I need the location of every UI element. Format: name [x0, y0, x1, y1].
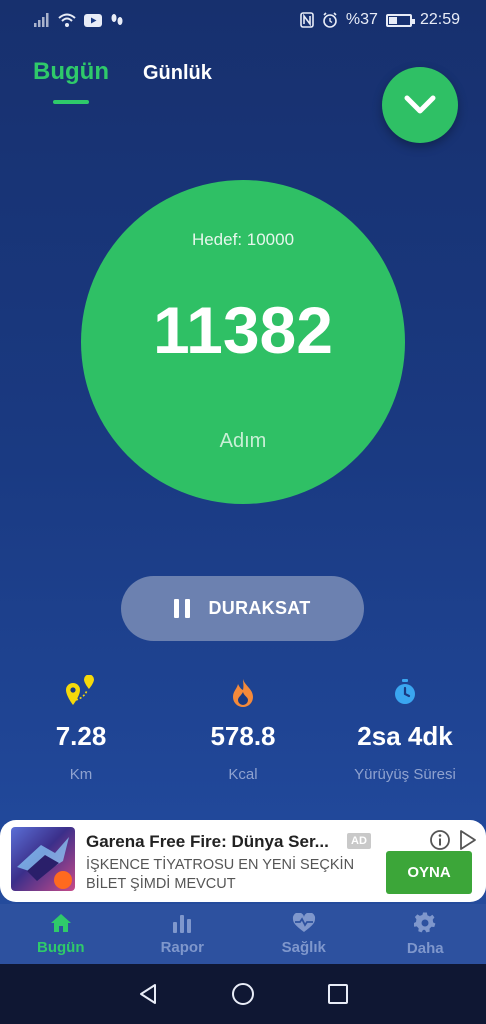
clock: 22:59 — [419, 11, 460, 28]
bottom-navigation: Bugün Rapor Sağlık Daha — [0, 904, 486, 964]
ad-play-button[interactable]: OYNA — [386, 851, 472, 894]
chevron-down-icon — [404, 95, 436, 114]
stopwatch-icon — [325, 675, 485, 709]
nfc-icon — [300, 12, 314, 28]
free-fire-logo — [54, 871, 72, 889]
step-goal: Hedef: 10000 — [191, 230, 295, 249]
nav-item-daha[interactable]: Daha — [365, 904, 486, 964]
home-circle-icon — [231, 983, 254, 1005]
stat-calories: 578.8 Kcal — [163, 675, 323, 783]
pause-button-label: DURAKSAT — [208, 598, 311, 618]
tab-gunluk[interactable]: Günlük — [143, 62, 212, 85]
recents-button[interactable] — [318, 974, 358, 1014]
back-triangle-icon — [139, 984, 156, 1004]
gear-icon — [414, 911, 436, 932]
tab-bar: Bugün Günlük — [33, 58, 212, 104]
calories-label: Kcal — [228, 766, 258, 783]
youtube-icon — [84, 13, 102, 27]
alarm-icon — [322, 12, 338, 28]
nav-label-bugun: Bugün — [37, 938, 85, 956]
footsteps-icon — [110, 12, 124, 28]
step-unit: Adım — [219, 430, 267, 452]
stat-distance: 7.28 Km — [1, 675, 161, 783]
signal-icon — [34, 13, 50, 27]
system-navigation-bar — [0, 964, 486, 1024]
step-count: 11382 — [153, 293, 333, 367]
walk-time-value: 2sa 4dk — [357, 721, 453, 751]
wifi-icon — [58, 13, 76, 27]
ad-banner[interactable]: Garena Free Fire: Dünya Ser... AD İŞKENC… — [0, 820, 486, 902]
home-icon — [50, 913, 71, 932]
distance-label: Km — [69, 766, 93, 783]
nav-item-bugun[interactable]: Bugün — [0, 904, 122, 964]
step-counter-circle: Hedef: 10000 11382 Adım — [81, 180, 405, 504]
ad-app-image[interactable] — [11, 827, 75, 891]
nav-label-daha: Daha — [406, 939, 444, 957]
nav-label-rapor: Rapor — [160, 938, 204, 956]
map-pins-icon — [1, 675, 161, 709]
walk-time-label: Yürüyüş Süresi — [354, 766, 456, 783]
recents-square-icon — [328, 984, 349, 1004]
nav-label-saglik: Sağlık — [281, 938, 326, 956]
tab-bugun[interactable]: Bugün — [33, 58, 109, 86]
bar-chart-icon — [173, 914, 192, 933]
pause-icon — [174, 599, 191, 618]
nav-item-saglik[interactable]: Sağlık — [243, 904, 365, 964]
battery-icon — [385, 13, 415, 27]
home-button[interactable] — [223, 974, 263, 1014]
ad-description: İŞKENCE TİYATROSU EN YENİ SEÇKİN BİLET Ş… — [86, 857, 355, 892]
heart-pulse-icon — [292, 912, 315, 932]
calories-value: 578.8 — [210, 721, 276, 751]
back-button[interactable] — [128, 974, 168, 1014]
stat-walk-time: 2sa 4dk Yürüyüş Süresi — [325, 675, 485, 783]
ad-title[interactable]: Garena Free Fire: Dünya Ser... — [86, 832, 329, 852]
flame-icon — [163, 675, 323, 709]
distance-value: 7.28 — [55, 721, 107, 751]
status-bar: %37 22:59 — [0, 0, 486, 40]
nav-item-rapor[interactable]: Rapor — [122, 904, 244, 964]
battery-percentage: %37 — [345, 11, 378, 28]
ad-badge: AD — [347, 833, 371, 849]
expand-menu-button[interactable] — [382, 67, 458, 143]
active-tab-indicator — [53, 100, 89, 104]
pause-button[interactable]: DURAKSAT — [121, 576, 364, 641]
